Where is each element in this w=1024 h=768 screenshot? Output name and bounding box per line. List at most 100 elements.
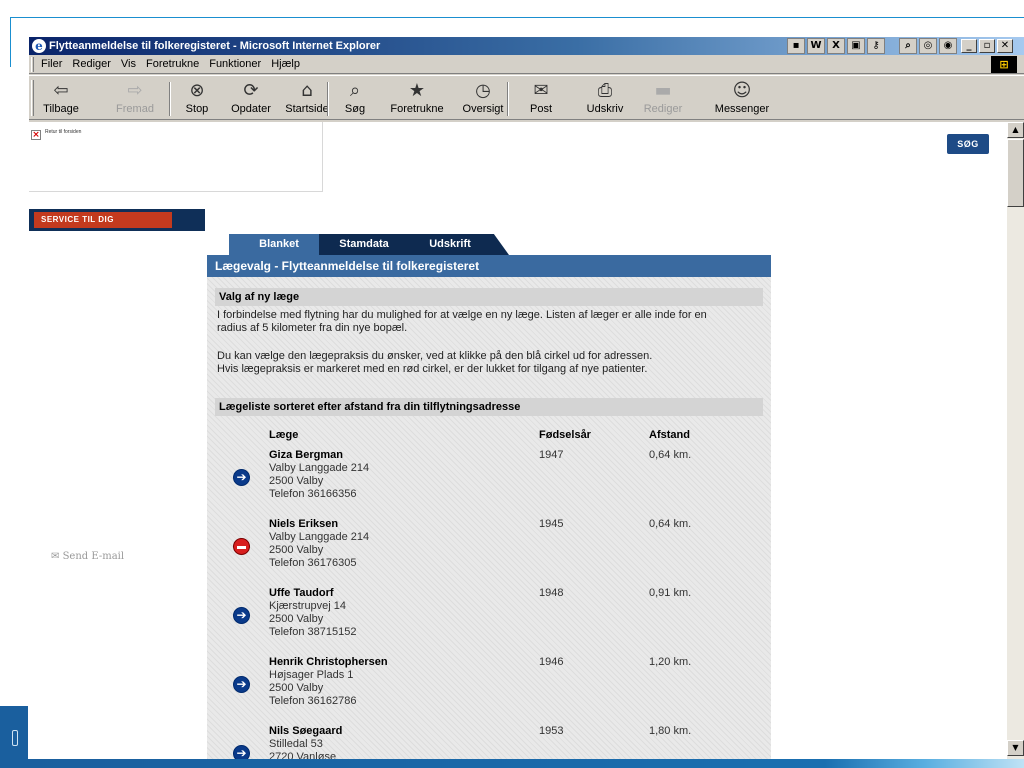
word-icon[interactable]: W <box>807 38 825 54</box>
close-button[interactable]: ✕ <box>997 39 1013 53</box>
doctor-street: Stilledal 53 <box>269 738 323 750</box>
refresh-button[interactable]: ⟳ Opdater <box>227 79 275 119</box>
mail-button[interactable]: ✉ Post <box>519 79 563 119</box>
home-button-label: Startside <box>285 103 329 115</box>
forward-button-label: Fremad <box>116 103 154 115</box>
send-email-label: Send E-mail <box>62 551 125 562</box>
title-bar: e Flytteanmeldelse til folkeregisteret -… <box>29 37 1024 55</box>
doctor-city: 2500 Valby <box>269 544 324 556</box>
doctor-city: 2500 Valby <box>269 475 324 487</box>
messenger-button[interactable]: ☺ Messenger <box>711 79 773 119</box>
browser-window: e Flytteanmeldelse til folkeregisteret -… <box>28 37 1024 759</box>
menu-item-rediger[interactable]: Rediger <box>72 58 111 70</box>
column-header-distance: Afstand <box>649 429 690 441</box>
panel-title: Lægevalg - Flytteanmeldelse til folkereg… <box>207 255 771 277</box>
select-doctor-icon[interactable]: ➔ <box>233 745 250 759</box>
select-doctor-icon[interactable]: ➔ <box>233 676 250 693</box>
history-button-label: Oversigt <box>462 103 504 115</box>
back-button-label: Tilbage <box>43 103 79 115</box>
slide-bottom-bar <box>28 759 1024 768</box>
refresh-icon: ⟳ <box>243 80 259 101</box>
doctor-phone: Telefon 36166356 <box>269 488 357 500</box>
slide-top-line <box>10 17 1024 18</box>
doctor-birth-year: 1948 <box>539 587 564 599</box>
refresh-button-label: Opdater <box>231 103 271 115</box>
page-header-box: × Retur til forsiden <box>29 122 323 192</box>
closed-practice-icon <box>233 538 250 555</box>
menu-grip[interactable] <box>31 57 34 72</box>
column-header-doctor: Læge <box>269 429 299 441</box>
history-button[interactable]: ◷ Oversigt <box>459 79 507 119</box>
mail-icon: ✉ <box>533 80 549 101</box>
excel-icon[interactable]: X <box>827 38 845 54</box>
minimize-button[interactable]: _ <box>961 39 977 53</box>
doctor-info: Henrik Christophersen Højsager Plads 1 250… <box>269 656 388 708</box>
send-email-link[interactable]: ✉ Send E-mail <box>51 551 124 562</box>
edit-button: ▬ Rediger <box>641 79 685 119</box>
doctor-row: ➔ Uffe Taudorf Kjærstrupvej 14 2500 Valby Te… <box>215 587 763 657</box>
favorites-icon: ★ <box>408 80 426 101</box>
menu-items: Filer Rediger Vis Foretrukne Funktioner Hjælp <box>41 58 300 70</box>
service-link[interactable]: SERVICE TIL DIG <box>34 212 172 228</box>
forward-button: ⇨ Fremad <box>107 79 163 119</box>
doctor-birth-year: 1946 <box>539 656 564 668</box>
doctor-name: Henrik Christophersen <box>269 656 388 668</box>
doctor-street: Kjærstrupvej 14 <box>269 600 347 612</box>
select-doctor-icon[interactable]: ➔ <box>233 469 250 486</box>
intro-line-1: I forbindelse med flytning har du muligh… <box>217 309 707 321</box>
stop-button[interactable]: ⊗ Stop <box>179 79 215 119</box>
messenger-icon: ☺ <box>732 80 752 101</box>
monitor-icon[interactable]: ▣ <box>847 38 865 54</box>
scroll-up-arrow-icon[interactable]: ▲ <box>1007 122 1024 138</box>
doctor-row: ➔ Giza Bergman Valby Langgade 214 2500 Valb… <box>215 449 763 519</box>
search-button[interactable]: SØG <box>947 134 989 154</box>
return-home-link[interactable]: Retur til forsiden <box>45 129 81 135</box>
instruction-line-1: Du kan vælge den lægepraksis du ønsker, … <box>217 350 653 362</box>
stop-icon: ⊗ <box>189 80 205 101</box>
keys-icon[interactable]: ⚷ <box>867 38 885 54</box>
favorites-button[interactable]: ★ Foretrukne <box>387 79 447 119</box>
menu-item-vis[interactable]: Vis <box>121 58 136 70</box>
maximize-button[interactable]: ▫ <box>979 39 995 53</box>
vertical-scrollbar[interactable]: ▲ ▼ <box>1007 122 1024 759</box>
windows-flag-icon[interactable]: ▪ <box>787 38 805 54</box>
tool-separator-1 <box>169 82 171 116</box>
tray-gap <box>887 38 897 54</box>
edit-icon: ▬ <box>654 80 672 101</box>
print-button[interactable]: ⎙ Udskriv <box>581 79 629 119</box>
menu-item-funktioner[interactable]: Funktioner <box>209 58 261 70</box>
scroll-down-arrow-icon[interactable]: ▼ <box>1007 740 1024 756</box>
column-header-birth-year: Fødselsår <box>539 429 591 441</box>
sidebar-bar: SERVICE TIL DIG <box>29 209 205 231</box>
internet-explorer-icon: e <box>32 39 46 53</box>
doctor-street: Valby Langgade 214 <box>269 462 370 474</box>
instruction-paragraph: Du kan vælge den lægepraksis du ønsker, … <box>217 350 765 376</box>
home-button[interactable]: ⌂ Startside <box>281 79 333 119</box>
toolbar-grip[interactable] <box>31 80 34 116</box>
doctor-row: ➔ Nils SøegaardStilledal 532720 VanløseTe… <box>215 725 763 759</box>
slide-left-line <box>10 17 11 67</box>
doctor-distance: 1,80 km. <box>649 725 692 737</box>
search-button-toolbar[interactable]: ⌕ Søg <box>339 79 371 119</box>
browser-icon[interactable]: ◎ <box>919 38 937 54</box>
mail-button-label: Post <box>529 103 552 115</box>
search-icon[interactable]: ⌕ <box>899 38 917 54</box>
select-doctor-icon[interactable]: ➔ <box>233 607 250 624</box>
instruction-line-2: Hvis lægepraksis er markeret med en rød … <box>217 363 648 375</box>
doctor-row: ➔ Henrik Christophersen Højsager Plads 1 25… <box>215 656 763 726</box>
media-icon[interactable]: ◉ <box>939 38 957 54</box>
menu-item-hjælp[interactable]: Hjælp <box>271 58 300 70</box>
doctor-city: 2720 Vanløse <box>269 751 337 759</box>
scroll-thumb[interactable] <box>1007 139 1024 207</box>
doctor-phone: Telefon 38715152 <box>269 626 357 638</box>
doctor-street: Højsager Plads 1 <box>269 669 354 681</box>
section-new-doctor: Valg af ny læge <box>215 288 763 306</box>
menu-item-foretrukne[interactable]: Foretrukne <box>146 58 199 70</box>
tab-udskrift[interactable]: Udskrift <box>401 234 509 255</box>
doctor-distance: 0,64 km. <box>649 518 692 530</box>
back-button[interactable]: ⇦ Tilbage <box>39 79 83 119</box>
doctor-street: Valby Langgade 214 <box>269 531 370 543</box>
doctor-name: Nils Søegaard <box>269 725 343 737</box>
doctor-info: Giza Bergman Valby Langgade 214 2500 Valby… <box>269 449 369 501</box>
menu-item-filer[interactable]: Filer <box>41 58 62 70</box>
